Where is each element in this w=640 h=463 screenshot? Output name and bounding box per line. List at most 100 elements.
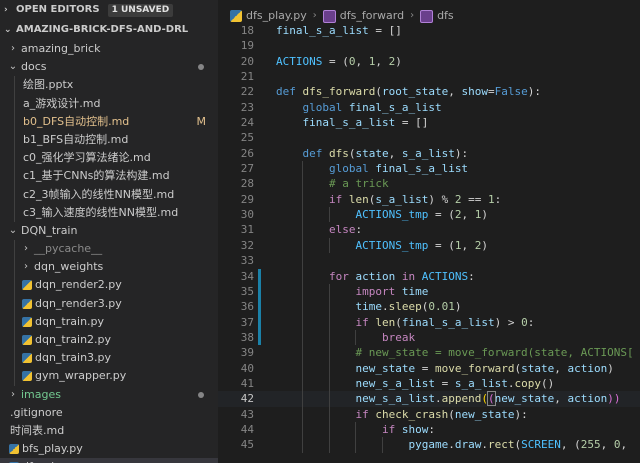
code-line[interactable]: 43 if check_crash(new_state): [218,406,640,422]
breadcrumb-func-dfs-forward[interactable]: dfs_forward [340,8,404,24]
code-token: sleep [388,300,422,314]
changes-dot-icon [198,391,204,398]
file-item[interactable]: .gitignore [0,404,218,422]
code-token: : [428,422,435,436]
code-line[interactable]: 39 # new_state = move_forward(state, ACT… [218,345,640,361]
code-line[interactable]: 19 [218,38,640,53]
code-line[interactable]: 45 pygame.draw.rect(SCREEN, (255, 0, [218,437,640,453]
tree-item-label: __pycache__ [34,242,103,256]
code-token: final_s_a_list [302,116,396,130]
open-editors-header[interactable]: › OPEN EDITORS 1 UNSAVED [0,0,218,20]
project-header[interactable]: ⌄ AMAZING-BRICK-DFS-AND-DRL [0,20,218,40]
file-item[interactable]: c1_基于CNNs的算法构建.md [0,167,218,186]
file-item[interactable]: 时间表.md [0,422,218,440]
file-item[interactable]: dqn_train2.py [0,331,218,350]
file-item[interactable]: b0_DFS自动控制.md M [0,112,218,131]
tree-indent-guide [14,240,15,259]
code-editor: dfs_play.py › dfs_forward › dfs 18 final_s_a_… [218,0,640,463]
code-area[interactable]: 18 final_s_a_list = [] 19 20 ACTIONS = (0, 1… [218,23,640,453]
tree-item-label: dqn_train.py [35,314,105,328]
code-token: action [567,361,608,375]
code-token: ) [395,54,402,68]
folder-item[interactable]: › amazing_brick [0,40,218,58]
folder-item[interactable]: ⌄ docs [0,58,218,76]
tree-item-label: gym_wrapper.py [35,369,127,383]
code-token: = [415,361,435,375]
code-line[interactable]: 41 new_s_a_list = s_a_list.copy() [218,375,640,392]
code-text: if check_crash(new_state): [276,407,527,422]
file-tree: › amazing_brick ⌄ docs 绘图.pptx a_游戏设计.md b0_DF… [0,40,218,463]
code-line[interactable]: 33 [218,253,640,269]
code-text: else: [276,222,362,237]
file-item[interactable]: dqn_render3.py [0,294,218,313]
code-line[interactable]: 20 ACTIONS = (0, 1, 2) [218,54,640,69]
explorer-sidebar: › OPEN EDITORS 1 UNSAVED ⌄ AMAZING-BRICK-DF… [0,0,218,463]
file-item[interactable]: 绘图.pptx [0,76,218,95]
code-token: , [461,208,475,222]
line-number: 40 [240,361,254,375]
breadcrumb-func-dfs[interactable]: dfs [437,8,454,24]
file-item[interactable]: dqn_render2.py [0,276,218,295]
file-item[interactable]: c2_3帧输入的线性NN模型.md [0,185,218,204]
line-number: 30 [240,208,254,222]
code-line[interactable]: 32 ACTIONS_tmp = (1, 2) [218,237,640,254]
code-line[interactable]: 21 [218,69,640,84]
code-line[interactable]: 26 def dfs(state, s_a_list): [218,146,640,161]
folder-item[interactable]: ⌄ DQN_train [0,222,218,240]
code-line[interactable]: 30 ACTIONS_tmp = (2, 1) [218,207,640,223]
file-item[interactable]: dfs_play.py [0,458,218,463]
code-token: new_state [494,392,555,406]
file-item[interactable]: gym_wrapper.py [0,367,218,386]
modified-gutter-marker [258,314,261,330]
code-token: state [521,361,555,375]
file-item[interactable]: dqn_train.py [0,312,218,331]
file-item[interactable]: bfs_play.py [0,440,218,458]
file-item[interactable]: c0_强化学习算法绪论.md [0,149,218,168]
code-token: 255 [580,438,601,452]
code-line[interactable]: 29 if len(s_a_list) % 2 == 1: [218,191,640,208]
code-line[interactable]: 34 for action in ACTIONS: [218,268,640,284]
code-line[interactable]: 37 if len(final_s_a_list) > 0: [218,314,640,330]
code-token: ): [454,146,469,160]
code-token: , [620,438,628,452]
code-line[interactable]: 44 if show: [218,421,640,438]
code-line[interactable]: 36 time.sleep(0.01) [218,299,640,315]
code-line[interactable]: 31 else: [218,222,640,238]
code-text: if show: [276,422,435,437]
code-token: = [434,376,455,390]
folder-item[interactable]: › __pycache__ [0,240,218,259]
code-token: for [328,269,356,283]
file-item[interactable]: c3_输入速度的线性NN模型.md [0,203,218,222]
tree-item-label: c1_基于CNNs的算法构建.md [23,169,170,183]
code-token: , [355,54,369,68]
code-line[interactable]: 38 break [218,329,640,346]
chevron-right-icon: › [312,10,317,21]
code-line[interactable]: 22 def dfs_forward(root_state, show=False… [218,84,640,99]
code-line[interactable]: 28 # a trick [218,176,640,192]
code-token: , [448,85,462,99]
code-token: ACTIONS_tmp [355,208,429,222]
file-item[interactable]: dqn_train3.py [0,349,218,368]
code-line[interactable]: 25 [218,130,640,145]
breadcrumb-file[interactable]: dfs_play.py [246,8,307,24]
tree-indent-guide [14,112,15,131]
code-token: global [328,162,376,176]
file-item[interactable]: a_游戏设计.md [0,94,218,113]
folder-item[interactable]: › images [0,386,218,404]
code-line[interactable]: 24 final_s_a_list = [] [218,115,640,130]
code-line[interactable]: 27 global final_s_a_list [218,161,640,177]
line-number: 27 [240,162,254,176]
file-item[interactable]: b1_BFS自动控制.md [0,130,218,150]
code-line[interactable]: 35 import time [218,283,640,300]
code-text: break [276,330,415,345]
code-line[interactable]: 42 new_s_a_list.append((new_state, actio… [218,391,640,407]
python-file-icon [9,444,19,455]
code-line[interactable]: 18 final_s_a_list = [] [218,23,640,38]
code-line[interactable]: 40 new_state = move_forward(state, actio… [218,360,640,376]
code-line[interactable]: 23 global final_s_a_list [218,100,640,115]
folder-item[interactable]: › dqn_weights [0,258,218,277]
code-token: , [375,54,389,68]
code-token: rect [487,438,515,452]
code-token: SCREEN [521,438,561,452]
